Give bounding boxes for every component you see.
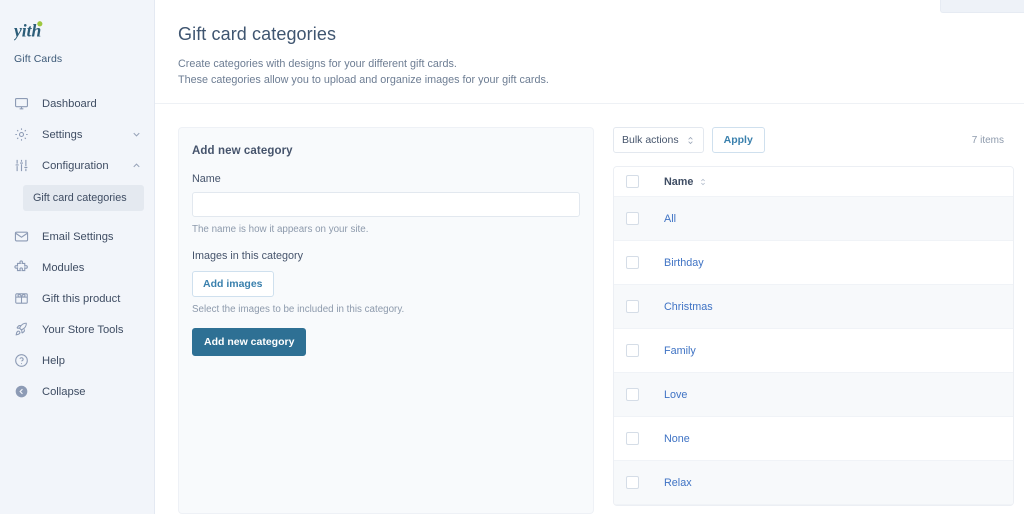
images-help-text: Select the images to be included in this… — [192, 304, 405, 315]
sidebar-item-dashboard[interactable]: Dashboard — [0, 88, 154, 119]
name-field-label: Name — [192, 173, 221, 185]
table-row[interactable]: Relax — [614, 461, 1013, 505]
sidebar-item-configuration[interactable]: Configuration — [0, 150, 154, 181]
list-toolbar: Bulk actions Apply 7 items — [613, 127, 1014, 153]
add-category-heading: Add new category — [192, 145, 293, 157]
sidebar-item-your-store-tools[interactable]: Your Store Tools — [0, 314, 154, 345]
items-count: 7 items — [971, 134, 1004, 146]
row-name-cell: Love — [664, 389, 687, 401]
chevron-down-icon[interactable] — [131, 129, 142, 140]
sidebar-item-gift-card-categories[interactable]: Gift card categories — [23, 185, 144, 211]
svg-text:yith: yith — [14, 21, 41, 41]
table-header-row: Name — [614, 167, 1013, 197]
category-link[interactable]: Love — [664, 389, 687, 401]
row-name-cell: Birthday — [664, 257, 704, 269]
sort-icon[interactable] — [699, 177, 707, 187]
row-name-cell: Relax — [664, 477, 692, 489]
app-root: yith Gift Cards Dashboard Settings Confi… — [0, 0, 1024, 514]
category-link[interactable]: None — [664, 433, 690, 445]
categories-table: Name All Birthday Christmas Family Love … — [613, 166, 1014, 506]
rocket-icon — [13, 321, 30, 338]
brand-logo[interactable]: yith — [0, 14, 154, 44]
row-name-cell: Family — [664, 345, 696, 357]
category-link[interactable]: Relax — [664, 477, 692, 489]
page-title: Gift card categories — [178, 24, 337, 44]
sidebar-item-label: Your Store Tools — [42, 323, 124, 336]
sidebar-item-label: Help — [42, 354, 66, 367]
table-row[interactable]: Family — [614, 329, 1013, 373]
page-header: Gift card categories Create categories w… — [155, 0, 1024, 104]
category-list-panel: Bulk actions Apply 7 items Name All Birt… — [613, 127, 1014, 506]
envelope-icon — [13, 228, 30, 245]
chevron-updown-icon — [686, 135, 695, 146]
brand-subtitle: Gift Cards — [14, 53, 63, 65]
row-checkbox[interactable] — [626, 432, 639, 445]
sidebar-item-email-settings[interactable]: Email Settings — [0, 221, 154, 252]
table-row[interactable]: Birthday — [614, 241, 1013, 285]
sliders-icon — [13, 157, 30, 174]
top-right-strip — [940, 0, 1024, 13]
sidebar-item-label: Configuration — [42, 159, 109, 172]
row-checkbox[interactable] — [626, 476, 639, 489]
category-link[interactable]: Birthday — [664, 257, 704, 269]
table-row[interactable]: Christmas — [614, 285, 1013, 329]
sidebar-item-label: Settings — [42, 128, 83, 141]
row-checkbox[interactable] — [626, 300, 639, 313]
column-header-name-label: Name — [664, 175, 694, 188]
yith-logo-icon: yith — [14, 21, 43, 41]
sidebar-subitem-label: Gift card categories — [33, 192, 127, 204]
page-description-line2: These categories allow you to upload and… — [178, 73, 549, 86]
add-category-panel: Add new category Name The name is how it… — [178, 127, 594, 514]
category-link[interactable]: Christmas — [664, 301, 713, 313]
table-row[interactable]: None — [614, 417, 1013, 461]
sidebar-item-label: Dashboard — [42, 97, 97, 110]
page-description: Create categories with designs for your … — [178, 57, 1024, 88]
apply-button[interactable]: Apply — [711, 127, 765, 153]
monitor-icon — [13, 95, 30, 112]
table-row[interactable]: All — [614, 197, 1013, 241]
sidebar-item-label: Modules — [42, 261, 85, 274]
bulk-actions-select[interactable]: Bulk actions — [613, 127, 704, 153]
images-field-label: Images in this category — [192, 250, 304, 262]
table-row[interactable]: Love — [614, 373, 1013, 417]
category-link[interactable]: Family — [664, 345, 696, 357]
row-checkbox[interactable] — [626, 388, 639, 401]
sidebar-item-label: Email Settings — [42, 230, 114, 243]
sidebar-item-label: Collapse — [42, 385, 86, 398]
row-checkbox[interactable] — [626, 212, 639, 225]
page-description-line1: Create categories with designs for your … — [178, 58, 457, 70]
select-all-checkbox[interactable] — [626, 175, 639, 188]
bulk-actions-label: Bulk actions — [622, 134, 679, 146]
category-link[interactable]: All — [664, 213, 676, 225]
puzzle-icon — [13, 259, 30, 276]
chevron-up-icon[interactable] — [131, 160, 142, 171]
content-area: Add new category Name The name is how it… — [155, 104, 1024, 514]
sidebar-item-settings[interactable]: Settings — [0, 119, 154, 150]
name-help-text: The name is how it appears on your site. — [192, 224, 369, 235]
sidebar-item-gift-this-product[interactable]: Gift this product — [0, 283, 154, 314]
add-new-category-button[interactable]: Add new category — [192, 328, 307, 356]
column-header-name[interactable]: Name — [664, 176, 707, 188]
sidebar-item-label: Gift this product — [42, 292, 121, 305]
add-images-button[interactable]: Add images — [192, 271, 274, 297]
sidebar-nav: Dashboard Settings Configuration Gift ca… — [0, 88, 154, 407]
gear-icon — [13, 126, 30, 143]
main-content: Gift card categories Create categories w… — [155, 0, 1024, 514]
sidebar-item-help[interactable]: Help — [0, 345, 154, 376]
sidebar: yith Gift Cards Dashboard Settings Confi… — [0, 0, 155, 514]
collapse-arrow-icon — [13, 383, 30, 400]
name-input[interactable] — [192, 192, 580, 217]
row-name-cell: None — [664, 433, 690, 445]
row-checkbox[interactable] — [626, 344, 639, 357]
row-name-cell: All — [664, 213, 676, 225]
gift-grid-icon — [13, 290, 30, 307]
question-circle-icon — [13, 352, 30, 369]
sidebar-item-modules[interactable]: Modules — [0, 252, 154, 283]
sidebar-item-collapse[interactable]: Collapse — [0, 376, 154, 407]
row-checkbox[interactable] — [626, 256, 639, 269]
row-name-cell: Christmas — [664, 301, 713, 313]
